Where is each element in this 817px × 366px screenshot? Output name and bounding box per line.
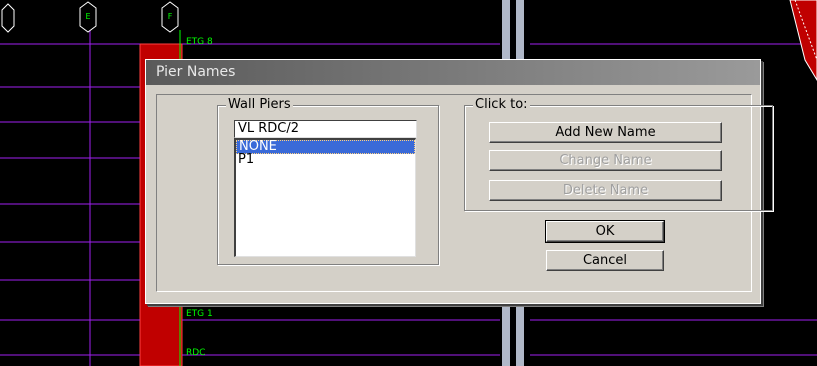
pier-names-dialog: Pier Names Wall Piers VL RDC/2 NONE P1 C… [145, 59, 773, 304]
delete-name-button[interactable]: Delete Name [489, 180, 722, 201]
change-name-button[interactable]: Change Name [489, 150, 722, 171]
grid-bubble-f-label: F [167, 12, 173, 21]
pier-names-listbox[interactable]: NONE P1 [234, 138, 416, 257]
add-new-name-button[interactable]: Add New Name [489, 122, 722, 143]
ok-button[interactable]: OK [545, 220, 665, 243]
wall-piers-group: Wall Piers VL RDC/2 NONE P1 [217, 97, 439, 265]
grid-bubble-e-label: E [85, 12, 91, 21]
story-label-base: RDC [186, 348, 206, 358]
dialog-content-panel: Wall Piers VL RDC/2 NONE P1 Click to: Ad… [156, 94, 773, 292]
list-item[interactable]: P1 [236, 153, 415, 166]
cancel-button[interactable]: Cancel [546, 250, 664, 271]
story-label-top: ETG 8 [186, 37, 213, 47]
click-to-legend: Click to: [473, 97, 530, 112]
story-label-mid: ETG 1 [186, 309, 213, 319]
wall-piers-legend: Wall Piers [226, 97, 293, 112]
click-to-group: Click to: Add New Name Change Name Delet… [464, 97, 773, 211]
pier-name-input[interactable]: VL RDC/2 [234, 120, 417, 138]
dialog-title[interactable]: Pier Names [146, 60, 760, 85]
list-item[interactable]: NONE [236, 140, 415, 154]
